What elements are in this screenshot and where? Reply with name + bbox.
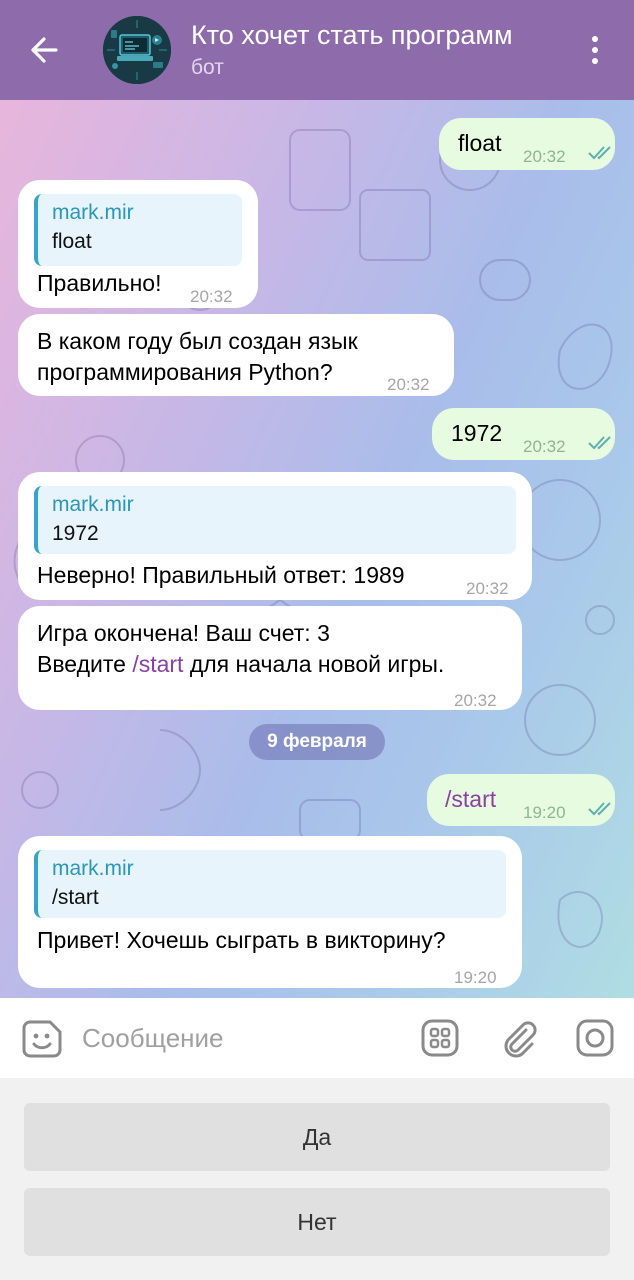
reply-quote[interactable]: mark.mir /start: [34, 850, 506, 918]
message-text: Неверно! Правильный ответ: 1989: [37, 562, 405, 588]
message-text-part: для начала новой игры.: [183, 651, 445, 677]
reply-author: mark.mir: [52, 493, 134, 516]
keyboard-button-no[interactable]: Нет: [24, 1188, 610, 1256]
reply-quote[interactable]: mark.mir 1972: [34, 486, 516, 554]
message-incoming[interactable]: mark.mir /start Привет! Хочешь сыграть в…: [18, 836, 522, 988]
message-text: Правильно!: [37, 270, 162, 296]
emoji-sticker-icon[interactable]: [22, 1018, 64, 1060]
message-incoming[interactable]: В каком году был создан язык программиро…: [18, 314, 454, 396]
message-outgoing[interactable]: 1972 20:32: [432, 408, 615, 460]
chat-subtitle: бот: [191, 56, 224, 79]
keyboard-button-yes[interactable]: Да: [24, 1103, 610, 1171]
message-text: Игра окончена! Ваш счет: 3: [37, 620, 330, 646]
message-outgoing[interactable]: float 20:32: [439, 118, 615, 170]
message-text: float: [458, 130, 502, 156]
message-time: 20:32: [523, 437, 566, 456]
reply-author: mark.mir: [52, 201, 134, 224]
arrow-left-icon: [31, 37, 58, 63]
command-link[interactable]: /start: [132, 651, 183, 677]
avatar[interactable]: [103, 16, 171, 84]
reply-author: mark.mir: [52, 857, 134, 880]
attach-paperclip-icon[interactable]: [498, 1018, 538, 1058]
more-menu-button[interactable]: [580, 30, 610, 70]
message-time: 19:20: [523, 803, 566, 822]
message-incoming[interactable]: mark.mir float Правильно! 20:32: [18, 180, 258, 308]
message-text: Введите /start для начала новой игры.: [37, 649, 444, 680]
message-time: 20:32: [466, 579, 509, 598]
message-time: 20:32: [454, 691, 497, 710]
message-time: 19:20: [454, 968, 497, 987]
message-time: 20:32: [523, 147, 566, 166]
reply-text: /start: [52, 886, 99, 909]
message-incoming[interactable]: mark.mir 1972 Неверно! Правильный ответ:…: [18, 472, 532, 600]
message-text-part: Введите: [37, 651, 133, 677]
camera-icon[interactable]: [575, 1018, 615, 1058]
message-text: программирования Python?: [37, 359, 333, 385]
chat-header: Кто хочет стать программ бот: [0, 0, 634, 100]
chat-title[interactable]: Кто хочет стать программ: [191, 20, 556, 51]
more-vertical-icon: [592, 36, 598, 42]
message-text: /start: [445, 786, 497, 812]
reply-quote[interactable]: mark.mir float: [34, 194, 242, 266]
reply-text: 1972: [52, 522, 99, 545]
reply-keyboard: Да Нет: [0, 1078, 634, 1280]
message-input[interactable]: [82, 1018, 382, 1058]
bot-avatar-icon: [103, 16, 171, 84]
message-time: 20:32: [387, 375, 430, 394]
chat-area[interactable]: float 20:32 mark.mir float Правильно! 20…: [0, 100, 634, 998]
message-time: 20:32: [190, 287, 233, 306]
bot-menu-icon[interactable]: [420, 1018, 460, 1058]
read-checkmarks-icon: [588, 802, 611, 816]
message-text: В каком году был создан язык: [37, 328, 358, 354]
read-checkmarks-icon: [588, 436, 611, 450]
message-incoming[interactable]: Игра окончена! Ваш счет: 3 Введите /star…: [18, 606, 522, 710]
message-outgoing[interactable]: /start 19:20: [427, 774, 615, 826]
date-separator: 9 февраля: [249, 724, 385, 760]
read-checkmarks-icon: [588, 146, 611, 160]
message-composer: [0, 998, 634, 1078]
message-text: Привет! Хочешь сыграть в викторину?: [37, 927, 446, 953]
title-fade: [520, 16, 560, 56]
message-text: 1972: [451, 420, 503, 446]
reply-text: float: [52, 230, 92, 253]
back-button[interactable]: [22, 28, 66, 72]
